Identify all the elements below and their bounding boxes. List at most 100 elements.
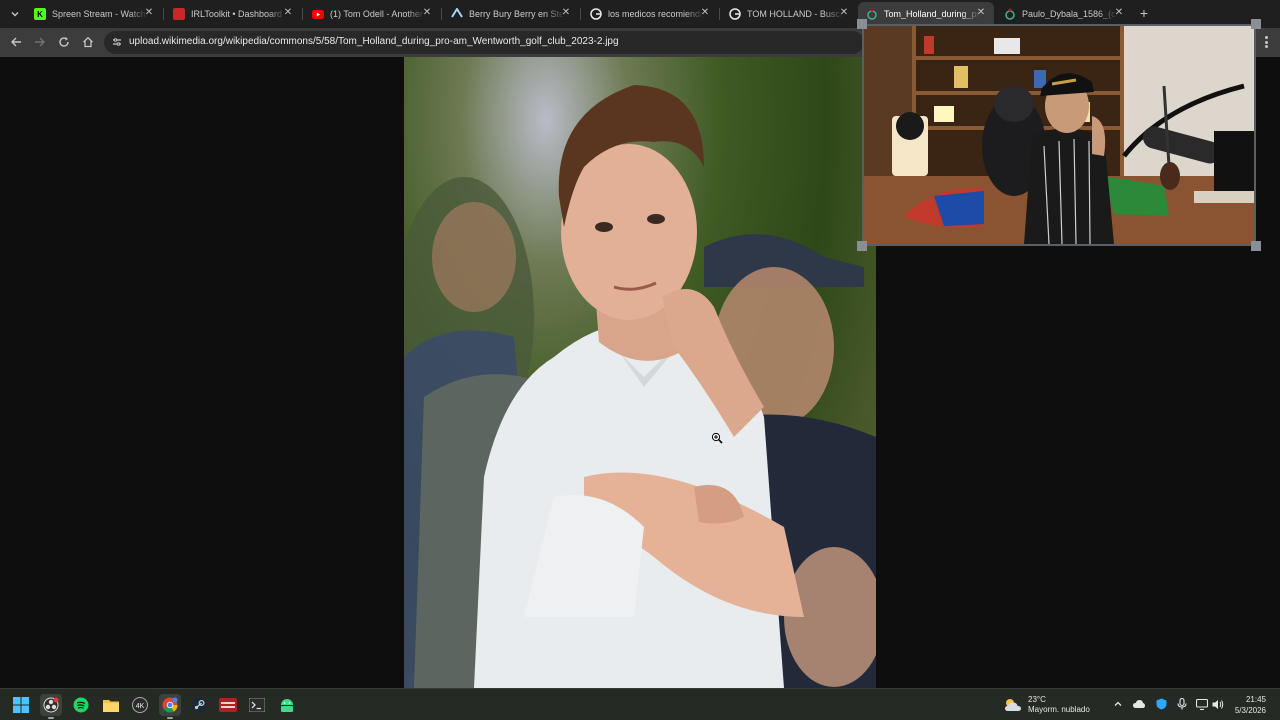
onedrive-tray-icon[interactable] [1133,698,1145,710]
tab-steam-berry[interactable]: Berry Bury Berry en Steam ✕ [443,2,579,26]
wikimedia-icon [866,8,878,20]
tab-separator [580,8,581,20]
folder-icon [103,700,119,712]
svg-text:4K: 4K [136,703,145,710]
arrow-right-icon [35,37,45,47]
chrome-app[interactable] [159,694,181,719]
browser-menu-button[interactable] [1260,34,1272,50]
chevron-up-icon [1114,701,1122,706]
tab-close-button[interactable]: ✕ [281,7,295,18]
overlay-resize-handle[interactable] [1251,241,1261,251]
tab-google-tom-holland[interactable]: TOM HOLLAND - Buscar ✕ [721,2,857,26]
voicemeeter-icon [219,698,237,712]
shield-icon [1156,698,1166,710]
display-tray-icon[interactable] [1196,698,1208,710]
tab-spreen-stream[interactable]: K Spreen Stream - Watch Live ✕ [26,2,162,26]
4k-icon: 4K [132,697,148,713]
cloud-icon [1133,700,1145,708]
tab-close-button[interactable]: ✕ [559,7,573,18]
tab-close-button[interactable]: ✕ [420,7,434,18]
show-hidden-icons-button[interactable] [1112,698,1124,710]
windows-logo-icon [13,697,29,713]
url-text[interactable]: upload.wikimedia.org/wikipedia/commons/5… [129,36,619,47]
home-icon [83,36,93,48]
security-tray-icon[interactable] [1155,698,1167,710]
tom-holland-photo[interactable] [404,57,876,688]
android-icon [281,699,293,712]
microphone-icon [1177,698,1187,710]
overlay-resize-handle[interactable] [1251,19,1261,29]
clock-date: 5/3/2026 [1234,706,1266,715]
chevron-down-icon [11,12,19,17]
tab-close-button[interactable]: ✕ [974,7,988,18]
zoom-in-cursor-icon [711,432,723,444]
microphone-tray-icon[interactable] [1176,698,1188,710]
voicemeeter-app[interactable] [217,694,239,716]
running-indicator [167,717,173,719]
file-explorer-app[interactable] [100,694,122,716]
webcam-scene [864,26,1254,244]
monitor-icon [1196,698,1208,710]
weather-description: Mayorm. nublado [1028,705,1090,714]
back-button[interactable] [8,34,24,50]
terminal-app[interactable] [246,694,268,716]
obs-app[interactable] [40,694,62,719]
system-clock[interactable]: 21:45 5/3/2026 [1226,694,1266,716]
weather-temperature: 23°C [1028,695,1046,704]
tab-search-button[interactable] [6,5,24,23]
tab-title: IRLToolkit • Dashboard [191,9,283,19]
new-tab-button[interactable]: + [1136,6,1152,22]
tab-irltoolkit[interactable]: IRLToolkit • Dashboard ✕ [165,2,301,26]
tab-close-button[interactable]: ✕ [142,7,156,18]
weather-widget[interactable]: 23°C Mayorm. nublado [1004,694,1090,716]
kick-icon: K [34,8,46,20]
tab-separator [163,8,164,20]
youtube-icon [312,8,324,20]
wikimedia-icon [1004,8,1016,20]
steam-app[interactable] [188,694,210,716]
tab-title: Spreen Stream - Watch Live [52,9,148,19]
tab-tom-holland-wikimedia[interactable]: Tom_Holland_during_pro ✕ [858,2,994,26]
google-icon [590,8,602,20]
google-icon [729,8,741,20]
overlay-resize-handle[interactable] [857,19,867,29]
tab-title: TOM HOLLAND - Buscar [747,9,843,19]
tab-separator [441,8,442,20]
windows-taskbar: 4K 23°C Mayorm. nublado 21:45 5/3/2026 [0,688,1280,720]
chrome-icon [162,697,178,713]
spotify-icon [73,697,89,713]
volume-tray-icon[interactable] [1212,698,1224,710]
tab-close-button[interactable]: ✕ [698,7,712,18]
streamer-webcam-overlay[interactable] [862,24,1256,246]
steam-icon [451,8,463,20]
speaker-icon [1212,699,1224,709]
tab-paulo-dybala-wikimedia[interactable]: Paulo_Dybala_1586_(crop ✕ [996,2,1132,26]
reload-icon [59,37,69,47]
tab-youtube-tom-odell[interactable]: (1) Tom Odell - Another Love ✕ [304,2,440,26]
start-button[interactable] [10,694,32,716]
tab-close-button[interactable]: ✕ [837,7,851,18]
steam-icon [191,697,207,713]
running-indicator [48,717,54,719]
clock-time: 21:45 [1245,695,1266,704]
photo-illustration [404,85,876,688]
tab-separator [302,8,303,20]
spotify-app[interactable] [70,694,92,716]
tab-title: Tom_Holland_during_pro [884,9,980,19]
terminal-icon [249,698,265,712]
tab-google-medicos[interactable]: los medicos recomiendan ✕ [582,2,718,26]
tab-title: Paulo_Dybala_1586_(crop [1022,9,1118,19]
obs-icon [43,697,59,713]
home-button[interactable] [80,34,96,50]
tab-title: Berry Bury Berry en Steam [469,9,565,19]
tune-icon[interactable] [112,37,122,47]
forward-button[interactable] [32,34,48,50]
reload-button[interactable] [56,34,72,50]
tab-title: los medicos recomiendan [608,9,704,19]
overlay-resize-handle[interactable] [857,241,867,251]
address-bar[interactable]: upload.wikimedia.org/wikipedia/commons/5… [104,31,864,54]
4k-downloader-app[interactable]: 4K [129,694,151,716]
tab-close-button[interactable]: ✕ [1112,7,1126,18]
android-app[interactable] [276,694,298,716]
cloudy-weather-icon [1005,699,1021,711]
